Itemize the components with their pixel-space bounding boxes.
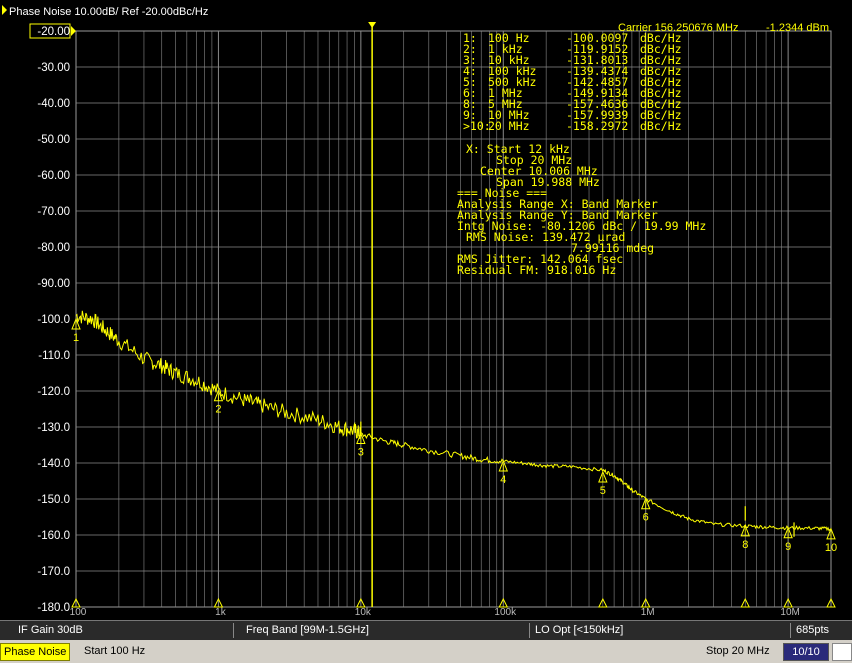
points-status: 685pts xyxy=(796,624,830,636)
y-tick-label: -150.0 xyxy=(37,494,70,506)
carrier-power: -1.2344 dBm xyxy=(766,22,829,34)
marker-label: 6 xyxy=(643,512,649,524)
marker-row-unit: dBc/Hz xyxy=(640,119,682,133)
marker-label: 5 xyxy=(600,485,606,497)
start-frequency: Start 100 Hz xyxy=(84,645,146,657)
phase-noise-trace xyxy=(75,310,832,532)
y-tick-label: -120.0 xyxy=(37,386,70,398)
lo-opt-status: LO Opt [<150kHz] xyxy=(531,623,791,638)
y-tick-label: -40.00 xyxy=(37,98,70,110)
marker-row-num: >10: xyxy=(463,119,491,133)
y-tick-label: -130.0 xyxy=(37,422,70,434)
y-tick-label: -70.00 xyxy=(37,206,70,218)
page-indicator[interactable]: 10/10 xyxy=(783,643,829,661)
stop-frequency: Stop 20 MHz xyxy=(706,645,770,657)
y-tick-label: -50.00 xyxy=(37,134,70,146)
marker-label: 3 xyxy=(358,446,364,458)
y-tick-label: -60.00 xyxy=(37,170,70,182)
residual-fm: Residual FM: 918.016 Hz xyxy=(457,263,616,277)
y-tick-label: -30.00 xyxy=(37,62,70,74)
y-tick-label: -110.0 xyxy=(38,350,70,362)
y-tick-label: -80.00 xyxy=(37,242,70,254)
phase-noise-mode-button[interactable]: Phase Noise xyxy=(0,643,71,661)
trace-label: Phase Noise 10.00dB/ Ref -20.00dBc/Hz xyxy=(9,6,208,18)
if-gain-status: IF Gain 30dB xyxy=(14,623,234,638)
x-tick-label: 10k xyxy=(355,607,372,618)
bottom-bar: Phase Noise Start 100 Hz Stop 20 MHz 10/… xyxy=(0,640,852,663)
phase-noise-chart: Phase Noise 10.00dB/ Ref -20.00dBc/Hz -20… xyxy=(0,0,852,618)
y-tick-label: -140.0 xyxy=(37,458,70,470)
marker-label: 9 xyxy=(785,541,791,553)
y-tick-label: -100.0 xyxy=(37,314,70,326)
x-tick-label: 100k xyxy=(494,607,517,618)
x-tick-label: 10M xyxy=(780,607,799,618)
y-tick-label: -90.00 xyxy=(37,278,70,290)
marker-label: 1 xyxy=(73,332,79,344)
phase-noise-screen: Phase Noise 10.00dB/ Ref -20.00dBc/Hz -20… xyxy=(0,0,852,620)
marker-label: 8 xyxy=(742,539,748,551)
x-tick-label: 1M xyxy=(641,607,655,618)
y-tick-label: -170.0 xyxy=(37,566,70,578)
marker-label: 2 xyxy=(215,404,221,416)
marker-label: 10 xyxy=(825,542,837,554)
y-tick-label: -20.00 xyxy=(37,26,70,38)
x-tick-label: 100 xyxy=(70,607,87,618)
status-bar: IF Gain 30dB Freq Band [99M-1.5GHz] LO O… xyxy=(0,620,852,640)
band-marker-top-icon xyxy=(368,22,377,28)
freq-band-status: Freq Band [99M-1.5GHz] xyxy=(242,623,530,638)
marker-row-freq: 20 MHz xyxy=(488,119,530,133)
marker-row-value: -158.2972 xyxy=(566,119,628,133)
corner-button[interactable] xyxy=(832,643,852,661)
ref-level-arrow-icon xyxy=(71,26,76,36)
marker-label: 4 xyxy=(500,474,506,486)
y-tick-label: -180.0 xyxy=(37,602,70,614)
x-tick-label: 1k xyxy=(215,607,227,618)
y-tick-label: -160.0 xyxy=(37,530,70,542)
